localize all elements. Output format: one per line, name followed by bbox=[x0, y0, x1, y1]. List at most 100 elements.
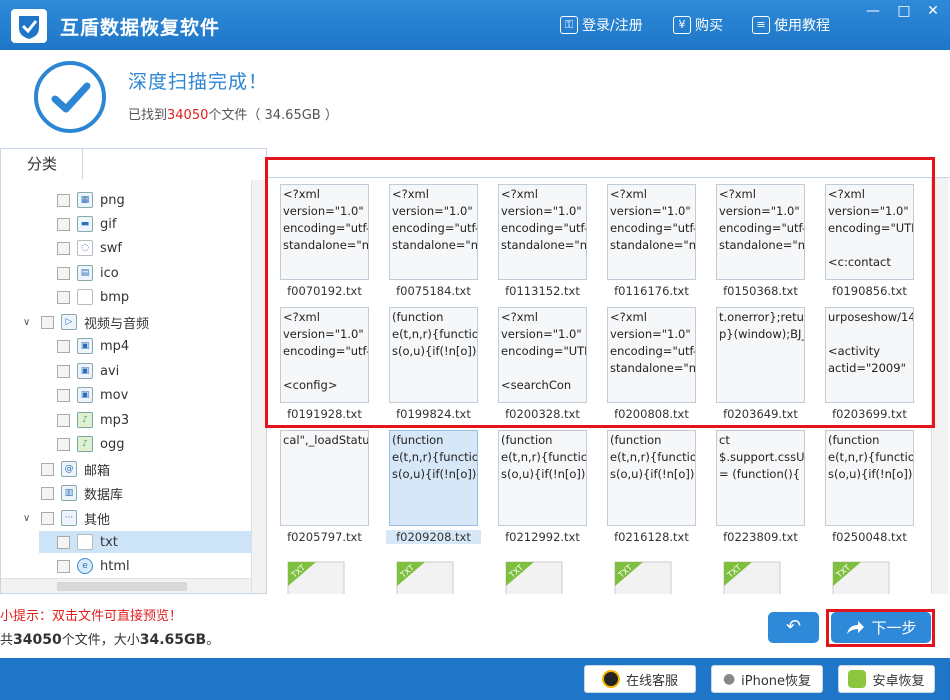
file-card[interactable]: <?xml version="1.0" encoding="UTI <searc… bbox=[495, 307, 590, 425]
minimize-button[interactable]: — bbox=[862, 2, 884, 20]
tree-item-label: gif bbox=[100, 216, 117, 232]
title-bar: 互盾数据恢复软件 ⚿ 登录/注册 ¥ 购买 ≡ 使用教程 — □ ✕ bbox=[0, 0, 950, 50]
file-card[interactable]: <?xml version="1.0" encoding="utf- stand… bbox=[604, 307, 699, 425]
chevron-down-icon[interactable]: ∨ bbox=[23, 317, 35, 328]
checkbox[interactable] bbox=[41, 315, 54, 329]
file-card[interactable]: <?xml version="1.0" encoding="utf- <conf… bbox=[277, 307, 372, 425]
file-card[interactable]: (function e(t,n,r){function s(o,u){if(!n… bbox=[495, 430, 590, 548]
txt-file-icon[interactable]: TXT bbox=[395, 558, 457, 594]
close-button[interactable]: ✕ bbox=[922, 2, 944, 20]
tree-vertical-scrollbar[interactable] bbox=[251, 180, 266, 593]
apple-icon: ● bbox=[722, 671, 736, 687]
tree-item-ogg[interactable]: ♪ ogg bbox=[57, 433, 124, 455]
tree-item-video-audio[interactable]: ∨ ▷ 视频与音频 bbox=[23, 311, 149, 333]
checkbox[interactable] bbox=[57, 388, 70, 402]
checkbox[interactable] bbox=[57, 535, 70, 549]
file-card[interactable]: t.onerror};retur p}(window);BJ_ f0203649… bbox=[713, 307, 808, 425]
txt-file-icon[interactable]: TXT bbox=[722, 558, 784, 594]
file-card[interactable]: <?xml version="1.0" encoding="UTI <c:con… bbox=[822, 184, 917, 302]
checkbox[interactable] bbox=[57, 437, 70, 451]
qq-icon bbox=[601, 670, 620, 688]
buy-link[interactable]: ¥ 购买 bbox=[673, 15, 723, 35]
login-register-link[interactable]: ⚿ 登录/注册 bbox=[560, 15, 643, 35]
txt-file-icon[interactable]: TXT bbox=[286, 558, 348, 594]
tree-item-html[interactable]: e html bbox=[57, 555, 130, 577]
tree-item-png[interactable]: ▦ png bbox=[57, 189, 125, 211]
found-prefix: 已找到 bbox=[128, 108, 168, 123]
tree-item-mov[interactable]: ▣ mov bbox=[57, 384, 128, 406]
checkbox[interactable] bbox=[41, 462, 54, 476]
tree-item-label: swf bbox=[100, 240, 122, 256]
online-service-button[interactable]: 在线客服 bbox=[584, 665, 696, 693]
file-card-selected[interactable]: (function e(t,n,r){function s(o,u){if(!n… bbox=[386, 430, 481, 548]
tutorial-link[interactable]: ≡ 使用教程 bbox=[752, 15, 830, 35]
tree-item-label: ico bbox=[100, 265, 119, 281]
file-name: f0190856.txt bbox=[832, 284, 907, 298]
file-card[interactable]: urposeshow/14 <activity actid="2009" f02… bbox=[822, 307, 917, 425]
checkbox[interactable] bbox=[57, 559, 70, 573]
tree-item-bmp[interactable]: bmp bbox=[57, 286, 129, 308]
tree-item-other[interactable]: ∨ ··· 其他 bbox=[23, 507, 110, 529]
tree-scroll-thumb[interactable] bbox=[57, 582, 187, 591]
file-name: f0203699.txt bbox=[832, 407, 907, 421]
iphone-recovery-button[interactable]: ● iPhone恢复 bbox=[711, 665, 823, 693]
txt-file-icon[interactable]: TXT bbox=[831, 558, 893, 594]
file-card[interactable]: ct $.support.cssU = (function(){ f022380… bbox=[713, 430, 808, 548]
file-name: f0216128.txt bbox=[614, 530, 689, 544]
scan-complete-title: 深度扫描完成！ bbox=[128, 71, 269, 93]
summary-suffix: 。 bbox=[206, 633, 220, 648]
document-icon: ≡ bbox=[752, 16, 770, 34]
tree-item-ico[interactable]: ▤ ico bbox=[57, 262, 119, 284]
file-card[interactable]: (function e(t,n,r){function s(o,u){if(!n… bbox=[386, 307, 481, 425]
checkbox[interactable] bbox=[57, 241, 70, 255]
tree-item-label: png bbox=[100, 192, 125, 208]
chevron-down-icon[interactable]: ∨ bbox=[23, 513, 35, 524]
checkbox[interactable] bbox=[57, 339, 70, 353]
maximize-button[interactable]: □ bbox=[893, 2, 915, 20]
tree-item-avi[interactable]: ▣ avi bbox=[57, 360, 119, 382]
txt-file-icon[interactable]: TXT bbox=[613, 558, 675, 594]
tree-item-database[interactable]: ▥ 数据库 bbox=[41, 482, 123, 504]
icon-file-icon: ▤ bbox=[77, 265, 93, 281]
checkbox[interactable] bbox=[41, 511, 54, 525]
android-recovery-button[interactable]: 安卓恢复 bbox=[838, 665, 935, 693]
back-button[interactable]: ↶ bbox=[768, 612, 819, 643]
checkbox[interactable] bbox=[57, 413, 70, 427]
file-card[interactable]: cal",_loadStatus f0205797.txt bbox=[277, 430, 372, 548]
tree-item-mp4[interactable]: ▣ mp4 bbox=[57, 335, 129, 357]
checkbox[interactable] bbox=[57, 217, 70, 231]
tree-item-txt[interactable]: txt bbox=[39, 531, 251, 553]
checkbox[interactable] bbox=[57, 193, 70, 207]
file-preview: <?xml version="1.0" encoding="utf- stand… bbox=[498, 184, 587, 280]
tree-item-swf[interactable]: ◌ swf bbox=[57, 237, 122, 259]
checkbox[interactable] bbox=[57, 364, 70, 378]
txt-file-icon bbox=[77, 534, 93, 550]
file-name: f0199824.txt bbox=[396, 407, 471, 421]
login-register-label: 登录/注册 bbox=[582, 18, 643, 34]
file-name: f0223809.txt bbox=[723, 530, 798, 544]
file-card[interactable]: <?xml version="1.0" encoding="utf- stand… bbox=[495, 184, 590, 302]
arrow-right-icon bbox=[847, 620, 865, 634]
key-icon: ⚿ bbox=[560, 16, 578, 34]
tree-item-gif[interactable]: ▬ gif bbox=[57, 213, 116, 235]
checkbox[interactable] bbox=[57, 290, 70, 304]
file-card[interactable]: <?xml version="1.0" encoding="utf- stand… bbox=[604, 184, 699, 302]
tab-category[interactable]: 分类 bbox=[1, 149, 83, 179]
next-step-button[interactable]: 下一步 bbox=[831, 612, 931, 643]
file-card[interactable]: <?xml version="1.0" encoding="utf- stand… bbox=[386, 184, 481, 302]
file-name: f0075184.txt bbox=[396, 284, 471, 298]
file-card[interactable]: <?xml version="1.0" encoding="utf- stand… bbox=[713, 184, 808, 302]
file-card[interactable]: (function e(t,n,r){function s(o,u){if(!n… bbox=[822, 430, 917, 548]
checkbox[interactable] bbox=[57, 266, 70, 280]
tree-item-mp3[interactable]: ♪ mp3 bbox=[57, 409, 129, 431]
txt-file-icon[interactable]: TXT bbox=[504, 558, 566, 594]
file-card[interactable]: <?xml version="1.0" encoding="utf- stand… bbox=[277, 184, 372, 302]
tree-item-email[interactable]: @ 邮箱 bbox=[41, 458, 110, 480]
checkbox[interactable] bbox=[41, 486, 54, 500]
other-icon: ··· bbox=[61, 510, 77, 526]
tip-text: 小提示：双击文件可直接预览！ bbox=[0, 609, 183, 624]
file-card[interactable]: (function e(t,n,r){function s(o,u){if(!n… bbox=[604, 430, 699, 548]
file-grid-scrollbar[interactable] bbox=[931, 178, 948, 594]
file-name: f0200328.txt bbox=[505, 407, 580, 421]
file-name: f0250048.txt bbox=[832, 530, 907, 544]
